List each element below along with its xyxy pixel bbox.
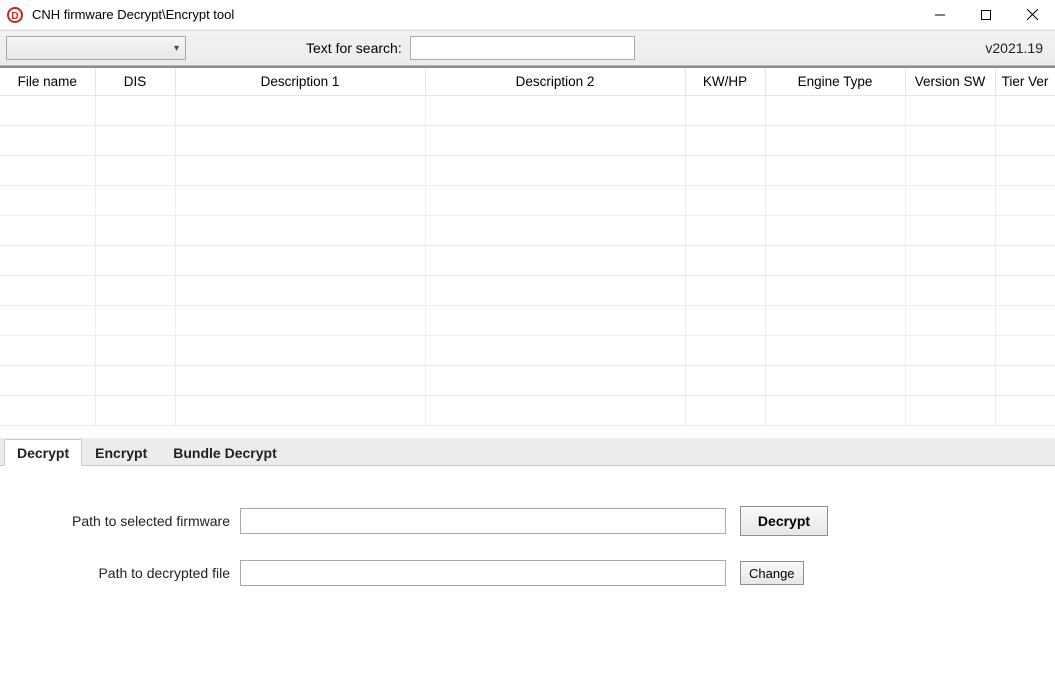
tabstrip: Decrypt Encrypt Bundle Decrypt <box>0 438 1055 466</box>
search-input[interactable] <box>410 36 635 60</box>
search-label: Text for search: <box>306 40 402 56</box>
grid-row[interactable] <box>0 96 1055 126</box>
chevron-down-icon: ▾ <box>174 43 179 54</box>
decrypt-panel: Path to selected firmware Decrypt Path t… <box>0 466 1055 620</box>
results-grid: File name DIS Description 1 Description … <box>0 66 1055 438</box>
grid-header-row: File name DIS Description 1 Description … <box>0 68 1055 96</box>
window-titlebar: D CNH firmware Decrypt\Encrypt tool <box>0 0 1055 30</box>
col-file-name[interactable]: File name <box>0 68 95 96</box>
grid-row[interactable] <box>0 246 1055 276</box>
version-label: v2021.19 <box>985 40 1043 56</box>
col-desc1[interactable]: Description 1 <box>175 68 425 96</box>
path-decrypted-input[interactable] <box>240 560 726 586</box>
col-tier-ver[interactable]: Tier Ver <box>995 68 1055 96</box>
grid-body <box>0 96 1055 426</box>
col-desc2[interactable]: Description 2 <box>425 68 685 96</box>
grid-row[interactable] <box>0 306 1055 336</box>
change-button[interactable]: Change <box>740 561 804 585</box>
minimize-button[interactable] <box>917 0 963 29</box>
decrypt-button[interactable]: Decrypt <box>740 506 828 536</box>
window-title: CNH firmware Decrypt\Encrypt tool <box>30 7 234 22</box>
tab-encrypt[interactable]: Encrypt <box>82 439 160 466</box>
filter-combobox[interactable]: ▾ <box>6 36 186 60</box>
grid-row[interactable] <box>0 186 1055 216</box>
path-decrypted-label: Path to decrypted file <box>40 565 240 581</box>
col-dis[interactable]: DIS <box>95 68 175 96</box>
maximize-button[interactable] <box>963 0 1009 29</box>
close-button[interactable] <box>1009 0 1055 29</box>
path-firmware-label: Path to selected firmware <box>40 513 240 529</box>
grid-row[interactable] <box>0 336 1055 366</box>
grid-row[interactable] <box>0 156 1055 186</box>
col-version-sw[interactable]: Version SW <box>905 68 995 96</box>
svg-text:D: D <box>11 11 18 22</box>
grid-row[interactable] <box>0 366 1055 396</box>
col-engine-type[interactable]: Engine Type <box>765 68 905 96</box>
grid-row[interactable] <box>0 216 1055 246</box>
grid-row[interactable] <box>0 126 1055 156</box>
grid-row[interactable] <box>0 276 1055 306</box>
app-icon: D <box>6 6 24 24</box>
grid-row[interactable] <box>0 396 1055 426</box>
tab-bundle-decrypt[interactable]: Bundle Decrypt <box>160 439 289 466</box>
col-kwhp[interactable]: KW/HP <box>685 68 765 96</box>
path-firmware-input[interactable] <box>240 508 726 534</box>
toolbar: ▾ Text for search: v2021.19 <box>0 30 1055 66</box>
tab-decrypt[interactable]: Decrypt <box>4 439 82 466</box>
